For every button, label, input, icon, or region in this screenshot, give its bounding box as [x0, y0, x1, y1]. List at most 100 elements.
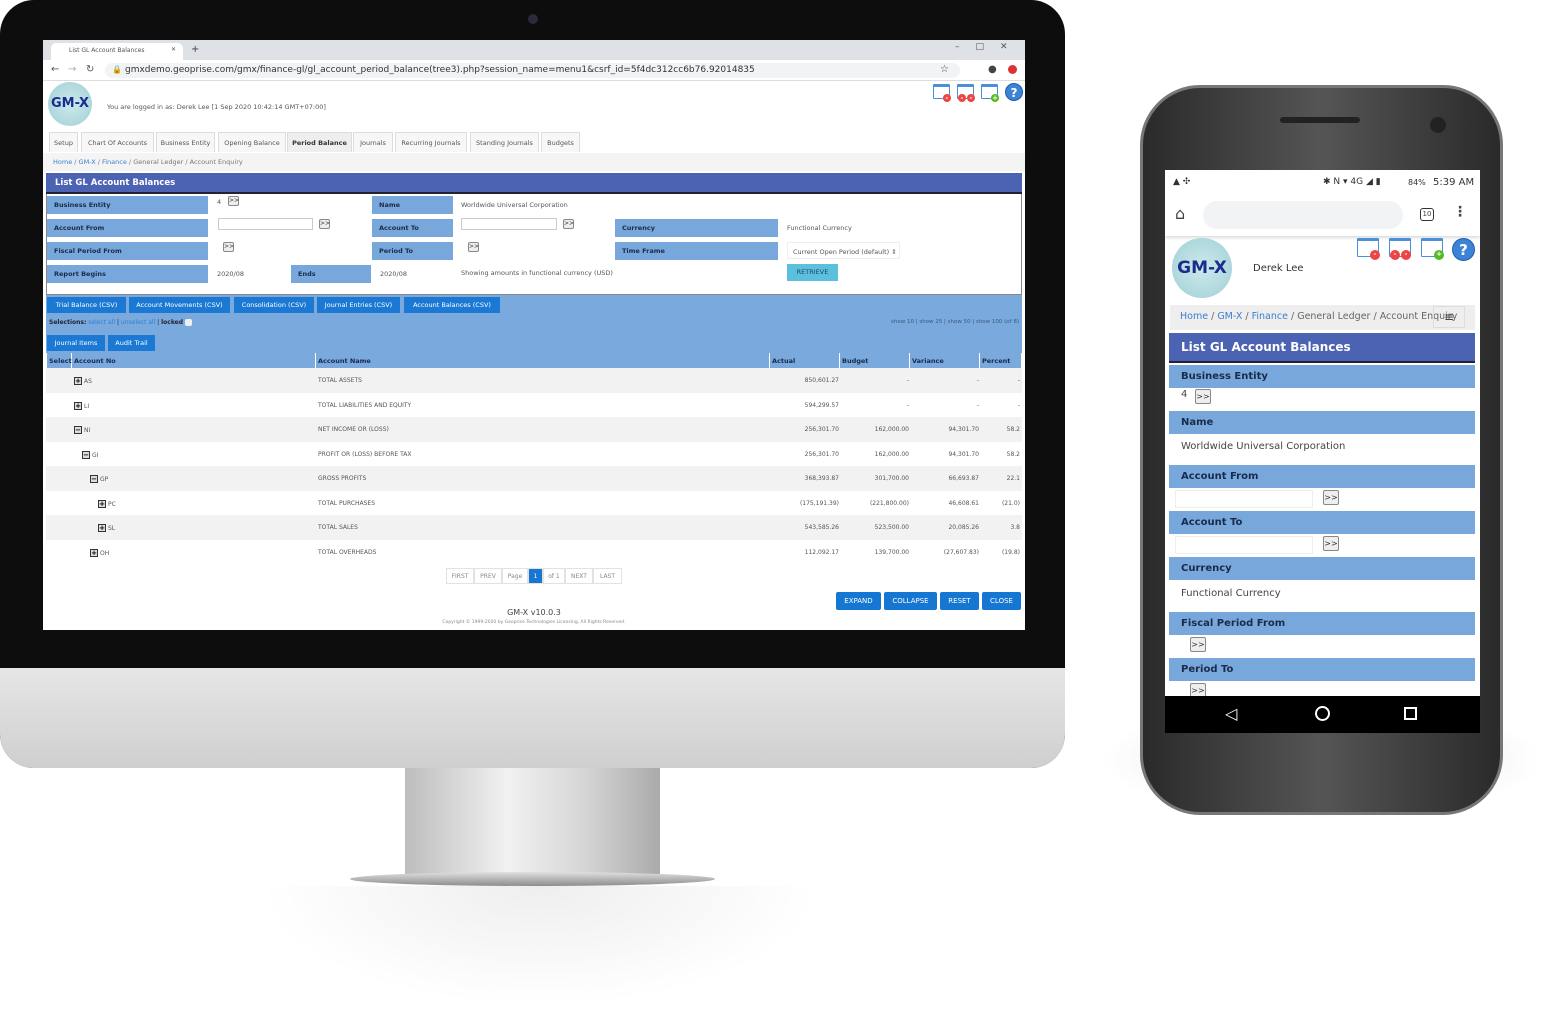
column-header-account-name[interactable]: Account Name — [316, 353, 770, 368]
column-header-variance[interactable]: Variance — [910, 353, 980, 368]
nav-tab-recurring-journals[interactable]: Recurring Journals — [395, 132, 467, 152]
bookmark-star-icon[interactable]: ☆ — [940, 64, 949, 75]
home-circle-icon[interactable] — [1315, 706, 1330, 721]
help-icon[interactable]: ? — [1005, 83, 1023, 101]
page-size-links[interactable]: show 10 | show 25 | show 50 | show 100 (… — [891, 319, 1019, 325]
column-header-percent[interactable]: Percent — [980, 353, 1022, 368]
expand-node-icon[interactable]: + — [74, 401, 82, 410]
expand-node-icon[interactable]: + — [74, 377, 82, 385]
browser-tab[interactable]: List GL Account Balances ✕ — [51, 43, 183, 60]
breadcrumb-gmx[interactable]: GM-X — [1217, 311, 1242, 322]
recents-icon[interactable] — [1404, 707, 1417, 720]
account-from-lookup-button[interactable]: >> — [1323, 490, 1339, 505]
column-header-budget[interactable]: Budget — [840, 353, 910, 368]
csv-export-button[interactable]: Trial Balance (CSV) — [47, 297, 126, 313]
breadcrumb-finance[interactable]: Finance — [1252, 311, 1288, 322]
fiscal-period-from-lookup-button[interactable]: >> — [1190, 637, 1206, 652]
expand-node-icon[interactable]: + — [98, 524, 106, 532]
journal-items-button[interactable]: Journal Items — [47, 335, 105, 351]
retrieve-button[interactable]: RETRIEVE — [787, 264, 838, 281]
expand-node-icon[interactable]: + — [98, 499, 106, 508]
nav-tab-business-entity[interactable]: Business Entity — [156, 132, 215, 152]
lock-icon: 🔒 — [112, 65, 122, 74]
column-header-account-no[interactable]: Account No — [72, 353, 316, 368]
account-to-input[interactable] — [461, 218, 557, 230]
window-controls[interactable]: –□✕ — [955, 42, 1024, 52]
back-icon[interactable]: ◁ — [1225, 704, 1237, 723]
close-window-icon[interactable]: - — [1357, 238, 1380, 260]
csv-export-button[interactable]: Journal Entries (CSV) — [317, 297, 400, 313]
reload-icon[interactable]: ↻ — [86, 64, 94, 75]
close-tab-icon[interactable]: ✕ — [171, 46, 176, 53]
nav-tab-chart-of-accounts[interactable]: Chart Of Accounts — [81, 132, 154, 152]
prev-page-button[interactable]: PREV — [474, 568, 502, 584]
period-to-lookup-button[interactable]: >> — [468, 242, 479, 252]
extension-icon[interactable] — [1008, 65, 1017, 74]
account-from-lookup-button[interactable]: >> — [319, 219, 330, 229]
fiscal-period-from-lookup-button[interactable]: >> — [223, 242, 234, 252]
profile-icon[interactable]: ● — [988, 64, 997, 75]
breadcrumb-home[interactable]: Home — [53, 158, 72, 166]
audit-trail-button[interactable]: Audit Trail — [108, 335, 155, 351]
csv-export-button[interactable]: Account Movements (CSV) — [129, 297, 230, 313]
close-all-windows-icon[interactable]: -- — [1389, 238, 1411, 260]
help-icon[interactable]: ? — [1452, 238, 1475, 261]
close-window-icon[interactable]: - — [933, 84, 951, 102]
account-to-lookup-button[interactable]: >> — [1323, 536, 1339, 551]
csv-export-button[interactable]: Account Balances (CSV) — [404, 297, 500, 313]
first-page-button[interactable]: FIRST — [446, 568, 474, 584]
expand-node-icon[interactable]: + — [90, 548, 98, 557]
breadcrumb-finance[interactable]: Finance — [102, 158, 127, 166]
nav-tab-setup[interactable]: Setup — [49, 132, 78, 152]
back-icon[interactable]: ← — [51, 64, 59, 75]
nav-tab-period-balance[interactable]: Period Balance — [287, 132, 352, 152]
collapse-node-icon[interactable]: − — [90, 475, 98, 483]
column-header-select[interactable]: Select — [47, 353, 72, 368]
nav-tab-standing-journals[interactable]: Standing Journals — [470, 132, 539, 152]
hamburger-menu-icon[interactable]: ≡ — [1433, 306, 1465, 328]
cell-actual: 256,301.70 — [804, 426, 839, 433]
nav-tab-journals[interactable]: Journals — [353, 132, 393, 152]
phone-url-input[interactable] — [1203, 201, 1403, 229]
breadcrumb-home[interactable]: Home — [1180, 311, 1208, 322]
account-from-input[interactable] — [1175, 490, 1313, 508]
unselect-all-link[interactable]: unselect all — [121, 319, 155, 326]
business-entity-lookup-button[interactable]: >> — [1195, 389, 1211, 404]
current-page[interactable]: 1 — [528, 568, 543, 584]
nav-tab-opening-balance[interactable]: Opening Balance — [218, 132, 286, 152]
nav-tab-budgets[interactable]: Budgets — [541, 132, 580, 152]
account-from-input[interactable] — [218, 218, 313, 230]
business-entity-lookup-button[interactable]: >> — [228, 196, 239, 206]
account-to-lookup-button[interactable]: >> — [563, 219, 574, 229]
currency-note: Showing amounts in functional currency (… — [461, 269, 613, 277]
menu-dots-icon[interactable]: ⋮ — [1453, 204, 1467, 220]
time-frame-select[interactable]: Current Open Period (default) ⇕ — [787, 242, 900, 259]
collapse-node-icon[interactable]: − — [74, 426, 82, 434]
column-header-actual[interactable]: Actual — [770, 353, 840, 368]
select-all-link[interactable]: select all — [88, 319, 115, 326]
breadcrumb-gmx[interactable]: GM-X — [79, 158, 96, 166]
last-page-button[interactable]: LAST — [593, 568, 622, 584]
new-tab-icon[interactable]: + — [191, 44, 199, 55]
fiscal-period-from-label: Fiscal Period From — [1169, 612, 1475, 635]
account-to-label: Account To — [372, 219, 453, 237]
ends-value: 2020/08 — [380, 270, 408, 278]
locked-checkbox[interactable] — [184, 319, 192, 326]
cell-percent: 3.8 — [1010, 524, 1020, 531]
cell-actual: 256,301.70 — [804, 450, 839, 458]
collapse-node-icon[interactable]: − — [82, 450, 90, 459]
cell-percent: (21.0) — [1001, 499, 1020, 507]
table-row: + SL TOTAL SALES 543,585.26 523,500.00 20,085… — [46, 515, 1022, 540]
csv-export-button[interactable]: Consolidation (CSV) — [234, 297, 314, 313]
new-window-icon[interactable]: + — [981, 84, 999, 102]
tabs-count-icon[interactable]: 10 — [1420, 208, 1434, 221]
account-no: − NI — [74, 426, 91, 434]
url-input[interactable]: gmxdemo.geoprise.com/gmx/finance-gl/gl_a… — [105, 63, 960, 78]
next-page-button[interactable]: NEXT — [565, 568, 593, 584]
table-row: + LI TOTAL LIABILITIES AND EQUITY 594,299.5… — [46, 392, 1022, 417]
account-to-input[interactable] — [1175, 536, 1313, 554]
home-icon[interactable]: ⌂ — [1175, 204, 1185, 223]
new-window-icon[interactable]: + — [1421, 238, 1444, 260]
forward-icon[interactable]: → — [68, 64, 76, 75]
close-all-windows-icon[interactable]: -- — [957, 84, 975, 102]
